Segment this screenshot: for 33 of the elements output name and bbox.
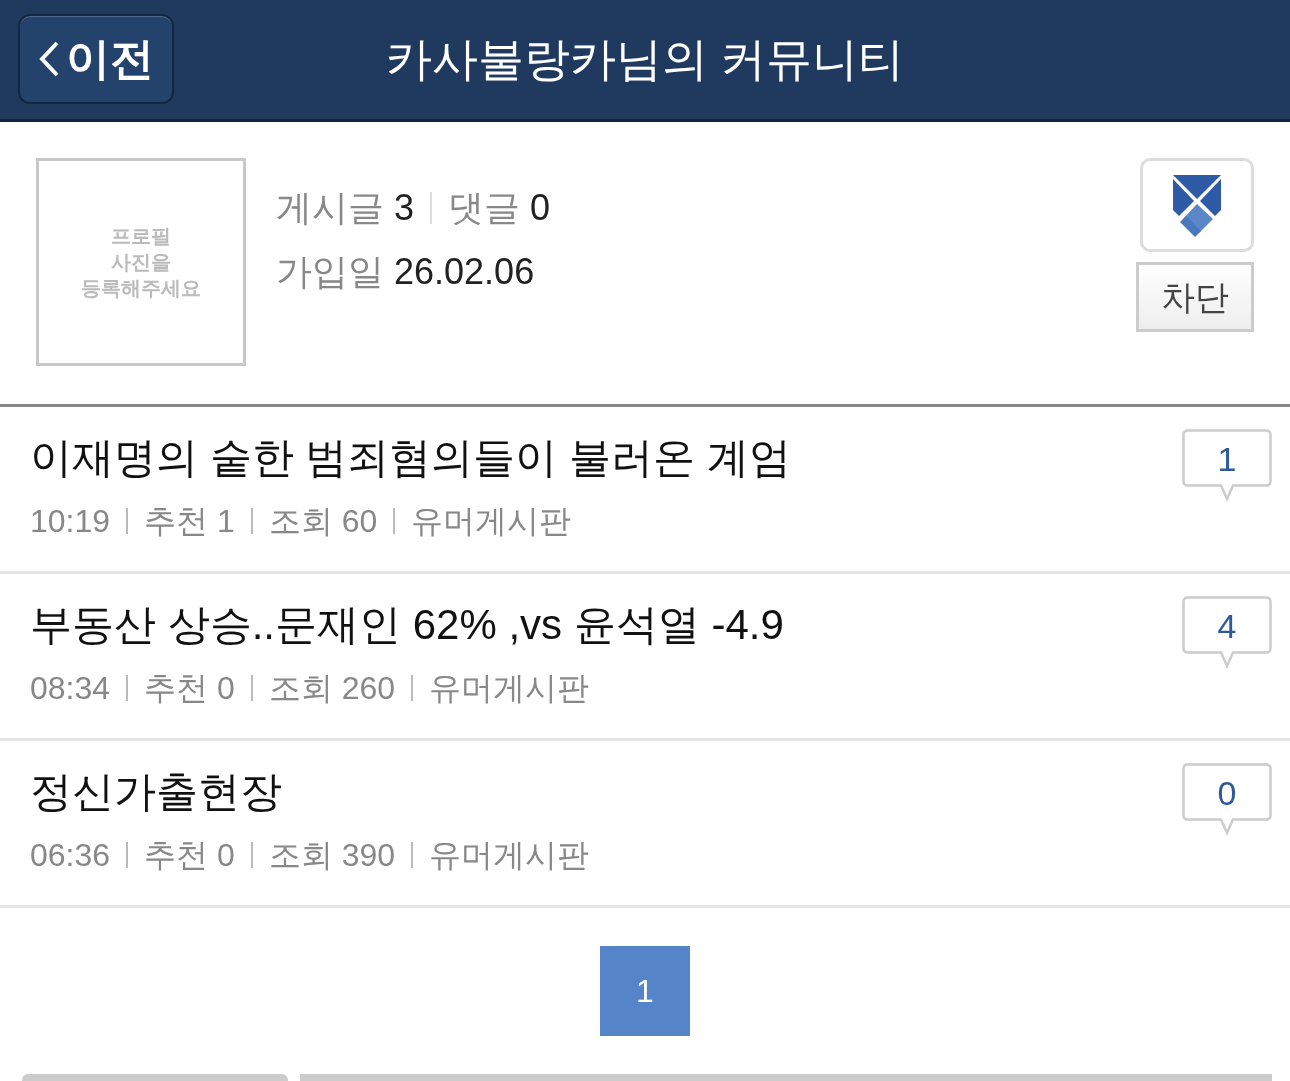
comments-label: 댓글: [448, 186, 521, 230]
post-time: 08:34: [30, 669, 111, 709]
view-count: 조회 390: [268, 836, 396, 876]
page-title: 카사불랑카님의 커뮤니티: [385, 31, 905, 87]
post-title[interactable]: 부동산 상승..문재인 62% ,vs 윤석열 -4.9: [30, 600, 1182, 651]
block-button[interactable]: 차단: [1136, 262, 1254, 332]
comment-count-bubble[interactable]: 1: [1182, 429, 1272, 503]
posts-count: 3: [394, 186, 415, 230]
comments-count: 0: [530, 186, 551, 230]
post-title[interactable]: 정신가출현장: [30, 767, 1182, 818]
shield-badge[interactable]: [1140, 158, 1254, 252]
joined-date: 26.02.06: [394, 250, 535, 294]
post-time: 06:36: [30, 836, 111, 876]
post-time: 10:19: [30, 502, 111, 542]
posts-label: 게시글: [276, 186, 384, 230]
back-button[interactable]: 이전: [18, 14, 174, 104]
toolbar-button[interactable]: [300, 1074, 1272, 1081]
view-count: 조회 60: [268, 502, 378, 542]
chevron-left-icon: [38, 40, 60, 78]
comment-count-bubble[interactable]: 4: [1182, 596, 1272, 670]
post-title[interactable]: 이재명의 숱한 범죄혐의들이 불러온 계엄: [30, 433, 1182, 484]
recommend-count: 추천 1: [144, 502, 235, 542]
comment-count-bubble[interactable]: 0: [1182, 763, 1272, 837]
recommend-count: 추천 0: [144, 669, 235, 709]
board-name: 유머게시판: [429, 836, 590, 876]
board-name: 유머게시판: [429, 669, 590, 709]
page-button[interactable]: 1: [600, 946, 690, 1036]
recommend-count: 추천 0: [144, 836, 235, 876]
view-count: 조회 260: [268, 669, 396, 709]
toolbar-button[interactable]: [22, 1074, 288, 1081]
board-name: 유머게시판: [411, 502, 572, 542]
joined-label: 가입일: [276, 250, 384, 294]
photo-placeholder-text: 프로필 사진을 등록해주세요: [80, 224, 202, 301]
